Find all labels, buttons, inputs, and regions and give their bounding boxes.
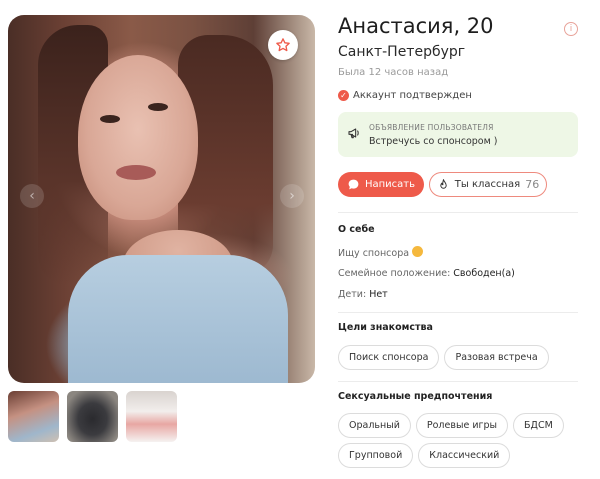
- verified-badge: ✓ Аккаунт подтвержден: [338, 90, 472, 101]
- like-label: Ты классная: [454, 179, 521, 190]
- profile-city: Санкт-Петербург: [338, 44, 466, 60]
- last-seen-status: Была 12 часов назад: [338, 67, 449, 78]
- preferences-title: Сексуальные предпочтения: [338, 391, 493, 402]
- about-looking-for: Ищу спонсора: [338, 246, 424, 259]
- flame-icon: [440, 178, 447, 189]
- goals-title: Цели знакомства: [338, 322, 433, 333]
- photo-thumbnail[interactable]: [8, 391, 59, 442]
- announcement-caption: ОБЪЯВЛЕНИЕ ПОЛЬЗОВАТЕЛЯ: [369, 123, 494, 132]
- goals-list: Поиск спонсора Разовая встреча: [338, 345, 578, 370]
- preference-chip[interactable]: БДСМ: [513, 413, 564, 438]
- like-count: 76: [525, 178, 540, 191]
- hearts-face-emoji-icon: [412, 246, 424, 257]
- main-photo[interactable]: [8, 15, 315, 383]
- info-icon[interactable]: i: [564, 22, 578, 36]
- favorite-button[interactable]: [268, 30, 298, 60]
- about-kids: Дети: Нет: [338, 289, 388, 300]
- photo-thumbnail[interactable]: [126, 391, 177, 442]
- about-title: О себе: [338, 224, 375, 235]
- photo-thumbnails: [8, 391, 177, 442]
- chat-icon: [348, 179, 359, 190]
- star-icon: [276, 38, 290, 52]
- write-message-button[interactable]: Написать: [338, 172, 424, 197]
- user-announcement: ОБЪЯВЛЕНИЕ ПОЛЬЗОВАТЕЛЯ Встречусь со спо…: [338, 112, 578, 157]
- divider: [338, 381, 578, 382]
- like-button[interactable]: Ты классная 76: [429, 172, 547, 197]
- preference-chip[interactable]: Классический: [418, 443, 511, 468]
- goal-chip[interactable]: Разовая встреча: [444, 345, 549, 370]
- about-family-status: Семейное положение: Свободен(а): [338, 268, 515, 279]
- preferences-list: Оральный Ролевые игры БДСМ Групповой Кла…: [338, 413, 578, 468]
- goal-chip[interactable]: Поиск спонсора: [338, 345, 440, 370]
- verified-label: Аккаунт подтвержден: [353, 90, 472, 101]
- next-photo-button[interactable]: ›: [280, 184, 304, 208]
- prev-photo-button[interactable]: ‹: [20, 184, 44, 208]
- preference-chip[interactable]: Оральный: [338, 413, 411, 438]
- check-icon: ✓: [338, 90, 349, 101]
- announcement-text: Встречусь со спонсором ): [369, 136, 498, 147]
- preference-chip[interactable]: Групповой: [338, 443, 414, 468]
- write-message-label: Написать: [364, 179, 416, 190]
- megaphone-icon: [348, 128, 359, 139]
- divider: [338, 212, 578, 213]
- divider: [338, 312, 578, 313]
- profile-name: Анастасия, 20: [338, 14, 494, 38]
- photo-thumbnail[interactable]: [67, 391, 118, 442]
- preference-chip[interactable]: Ролевые игры: [415, 413, 509, 438]
